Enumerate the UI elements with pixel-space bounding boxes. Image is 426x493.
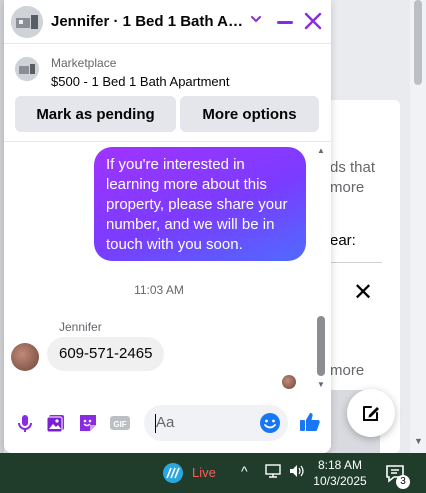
clock-time: 8:18 AM bbox=[317, 458, 363, 472]
clock-date: 10/3/2025 bbox=[313, 474, 367, 488]
notification-count-badge: 3 bbox=[396, 475, 410, 489]
marketplace-label: Marketplace bbox=[51, 56, 117, 70]
chevron-down-icon[interactable] bbox=[250, 12, 262, 28]
svg-text:GIF: GIF bbox=[113, 420, 126, 429]
message-thread: If you're interested in learning more ab… bbox=[4, 142, 331, 392]
message-input-placeholder: Aa bbox=[156, 414, 175, 431]
clock[interactable]: 8:18 AM 10/3/2025 bbox=[310, 457, 370, 489]
sticker-icon[interactable] bbox=[77, 412, 99, 434]
more-options-button[interactable]: More options bbox=[180, 96, 319, 132]
background-text: ear: bbox=[330, 232, 356, 249]
chat-header[interactable]: Jennifer · 1 Bed 1 Bath Apa... bbox=[4, 0, 331, 44]
live-weather-icon[interactable] bbox=[161, 461, 185, 485]
scroll-down-arrow-icon[interactable]: ▼ bbox=[317, 380, 325, 389]
close-icon[interactable]: ✕ bbox=[353, 278, 373, 307]
sender-avatar[interactable] bbox=[11, 343, 39, 371]
message-timestamp: 11:03 AM bbox=[134, 283, 184, 297]
message-input[interactable]: Aa bbox=[144, 405, 288, 441]
page-scrollbar[interactable]: ▼ bbox=[410, 0, 426, 453]
marketplace-listing: Marketplace $500 - 1 Bed 1 Bath Apartmen… bbox=[4, 46, 331, 142]
scroll-down-arrow-icon[interactable]: ▼ bbox=[414, 436, 423, 446]
new-message-button[interactable] bbox=[347, 389, 395, 437]
close-chat-icon[interactable] bbox=[304, 10, 322, 32]
thread-scrollbar-thumb[interactable] bbox=[317, 316, 325, 376]
mark-as-pending-button[interactable]: Mark as pending bbox=[15, 96, 176, 132]
listing-thumbnail[interactable] bbox=[15, 57, 39, 81]
emoji-icon[interactable] bbox=[259, 412, 281, 434]
outgoing-message[interactable]: If you're interested in learning more ab… bbox=[94, 147, 306, 261]
minimize-icon[interactable] bbox=[277, 21, 293, 24]
volume-icon[interactable] bbox=[288, 463, 306, 482]
scroll-up-arrow-icon[interactable]: ▲ bbox=[317, 146, 325, 155]
photo-icon[interactable] bbox=[45, 412, 67, 434]
listing-price-title[interactable]: $500 - 1 Bed 1 Bath Apartment bbox=[51, 74, 230, 89]
compose-icon bbox=[363, 406, 379, 421]
taskbar: Live ^ 8:18 AM 10/3/2025 3 bbox=[0, 453, 426, 493]
incoming-message[interactable]: 609-571-2465 bbox=[47, 337, 165, 371]
chat-title[interactable]: Jennifer · 1 Bed 1 Bath Apa... bbox=[51, 13, 246, 30]
sender-name: Jennifer bbox=[59, 320, 102, 334]
listing-avatar[interactable] bbox=[11, 6, 43, 38]
gif-icon[interactable]: GIF bbox=[109, 412, 131, 434]
network-icon[interactable] bbox=[264, 463, 282, 482]
live-label[interactable]: Live bbox=[192, 465, 216, 480]
seen-indicator-avatar bbox=[282, 375, 296, 389]
show-hidden-icons-icon[interactable]: ^ bbox=[241, 463, 248, 479]
thumbs-up-icon[interactable] bbox=[298, 410, 322, 434]
see-more-link[interactable]: more bbox=[330, 362, 364, 379]
thread-scrollbar[interactable]: ▲ ▼ bbox=[316, 146, 326, 390]
message-composer: GIF Aa bbox=[4, 398, 331, 448]
chat-window: Jennifer · 1 Bed 1 Bath Apa... Marketpla… bbox=[4, 0, 331, 453]
background-text: ds that more bbox=[330, 159, 376, 196]
page-scrollbar-thumb[interactable] bbox=[414, 0, 422, 85]
microphone-icon[interactable] bbox=[14, 412, 36, 434]
